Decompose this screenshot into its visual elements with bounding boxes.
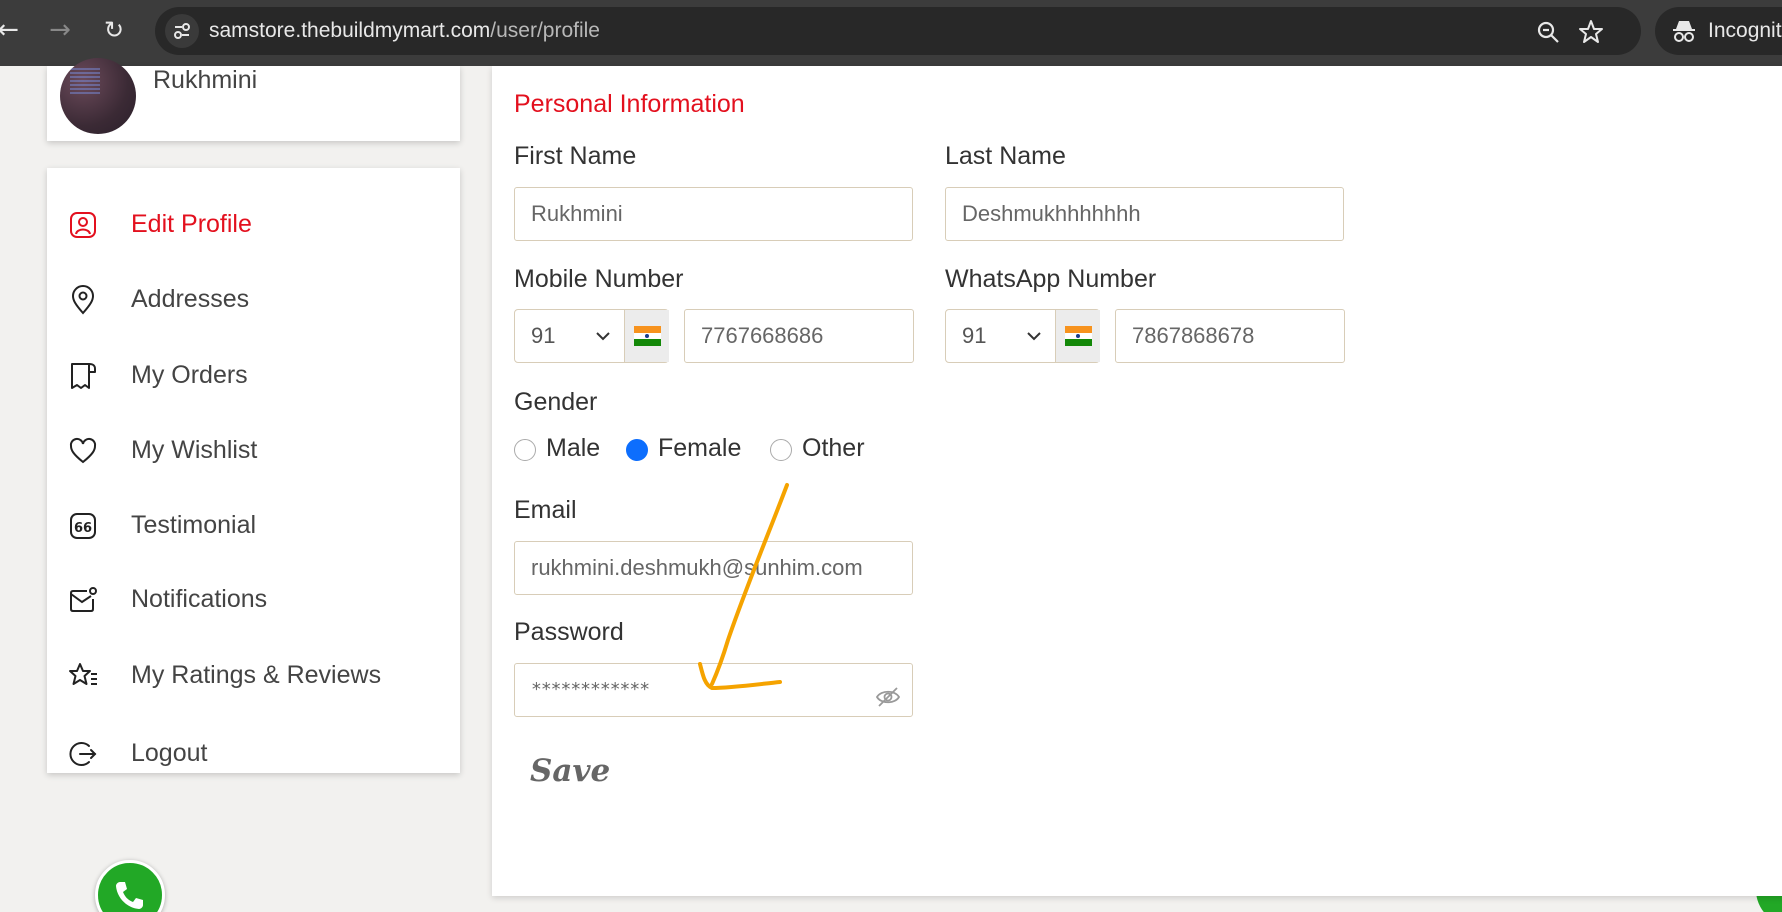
sidebar-item-testimonial[interactable]: 66 Testimonial [47, 496, 460, 556]
logout-icon [69, 742, 97, 766]
location-pin-icon [71, 285, 95, 315]
sidebar-item-notifications[interactable]: Notifications [47, 570, 460, 630]
sidebar-item-label: Testimonial [131, 511, 257, 539]
heart-icon [69, 437, 97, 464]
first-name-label: First Name [514, 142, 637, 170]
svg-text:66: 66 [74, 521, 92, 536]
email-input[interactable]: rukhmini.deshmukh@sunhim.com [514, 541, 913, 595]
profile-name: Rukhmini [153, 66, 258, 94]
sidebar-item-label: My Wishlist [131, 436, 258, 464]
mail-badge-icon [70, 587, 97, 612]
gender-label: Gender [514, 388, 598, 416]
country-code-value: 91 [962, 323, 987, 348]
browser-toolbar: ← → ↻ samstore.thebuildmymart.com/user/p… [0, 0, 1782, 66]
mobile-number-label: Mobile Number [514, 265, 684, 293]
india-flag-icon [1065, 326, 1092, 346]
sidebar-item-label: My Orders [131, 361, 248, 389]
user-square-icon [70, 212, 96, 238]
avatar[interactable] [60, 58, 136, 134]
sidebar-item-my-orders[interactable]: My Orders [47, 346, 460, 406]
whatsapp-chat-button[interactable] [95, 860, 165, 912]
incognito-label: Incognito [1708, 19, 1782, 42]
profile-card: Rukhmini [47, 58, 460, 141]
url-text[interactable]: samstore.thebuildmymart.com/user/profile [209, 19, 600, 43]
phone-icon [116, 882, 143, 909]
sidebar-item-label: Edit Profile [131, 210, 252, 238]
sidebar-item-addresses[interactable]: Addresses [47, 270, 460, 330]
save-button[interactable]: Save [530, 753, 610, 789]
whatsapp-number-input[interactable]: 7867868678 [1115, 309, 1345, 363]
sidebar-item-my-ratings-reviews[interactable]: My Ratings & Reviews [47, 646, 460, 706]
chevron-down-icon [1027, 332, 1041, 341]
reload-icon[interactable]: ↻ [100, 16, 128, 44]
whatsapp-country-code-select[interactable]: 91 [945, 309, 1100, 363]
star-list-icon [69, 663, 97, 685]
sidebar-item-edit-profile[interactable]: Edit Profile [47, 195, 460, 255]
flag-container [1055, 310, 1100, 362]
mobile-number-input[interactable]: 7767668686 [684, 309, 914, 363]
flag-container [624, 310, 669, 362]
gender-male-label[interactable]: Male [546, 434, 600, 463]
incognito-icon [1673, 21, 1695, 42]
gender-other-label[interactable]: Other [802, 434, 865, 463]
personal-info-form: Personal Information First Name Rukhmini… [492, 66, 1782, 896]
sidebar-item-label: Logout [131, 739, 208, 767]
quote-icon: 66 [70, 513, 96, 539]
password-label: Password [514, 618, 624, 646]
sidebar-item-label: My Ratings & Reviews [131, 661, 382, 689]
chevron-down-icon [596, 332, 610, 341]
gender-male-radio[interactable] [514, 439, 536, 461]
sidebar-item-logout[interactable]: Logout [47, 724, 460, 784]
whatsapp-number-label: WhatsApp Number [945, 265, 1157, 293]
india-flag-icon [634, 326, 661, 346]
first-name-input[interactable]: Rukhmini [514, 187, 913, 241]
gender-other-radio[interactable] [770, 439, 792, 461]
account-menu: Edit Profile Addresses My Orders My Wish… [47, 168, 460, 773]
password-input[interactable]: ************ [514, 663, 913, 717]
sidebar-item-label: Addresses [131, 285, 250, 313]
back-icon[interactable]: ← [0, 16, 22, 44]
section-title: Personal Information [514, 90, 745, 118]
eye-slash-icon[interactable] [875, 686, 901, 708]
country-code-value: 91 [531, 323, 556, 348]
forward-icon[interactable]: → [46, 16, 74, 44]
gender-female-label[interactable]: Female [658, 434, 741, 463]
mobile-country-code-select[interactable]: 91 [514, 309, 669, 363]
last-name-input[interactable]: Deshmukhhhhhhh [945, 187, 1344, 241]
address-bar[interactable]: samstore.thebuildmymart.com/user/profile [155, 7, 1641, 55]
sidebar-item-label: Notifications [131, 585, 268, 613]
site-info-icon[interactable] [165, 14, 199, 48]
email-label: Email [514, 496, 577, 524]
last-name-label: Last Name [945, 142, 1066, 170]
incognito-indicator[interactable]: Incognito [1655, 7, 1782, 55]
sidebar-item-my-wishlist[interactable]: My Wishlist [47, 421, 460, 481]
receipt-icon [71, 363, 96, 389]
zoom-icon[interactable] [1535, 19, 1561, 45]
bookmark-star-icon[interactable] [1578, 19, 1604, 45]
gender-female-radio[interactable] [626, 439, 648, 461]
